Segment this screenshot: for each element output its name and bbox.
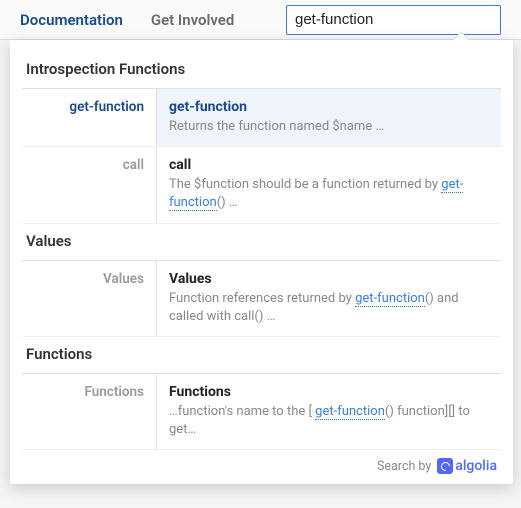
- result-body: get-function Returns the function named $…: [157, 89, 501, 146]
- result-category: get-function: [22, 89, 157, 146]
- result-body: Values Function references returned by ge…: [157, 261, 501, 336]
- search-result-row[interactable]: get-function get-function Returns the func…: [22, 89, 501, 147]
- result-category: call: [22, 147, 157, 222]
- group-heading: Introspection Functions: [22, 52, 501, 89]
- algolia-icon: [437, 458, 453, 474]
- result-category: Values: [22, 261, 157, 336]
- result-description: …function's name to the [ get-function()…: [169, 403, 489, 439]
- nav-tab-documentation[interactable]: Documentation: [20, 11, 123, 29]
- search-box[interactable]: [286, 5, 501, 35]
- dropdown-footer: Search by algolia: [22, 450, 501, 474]
- search-input[interactable]: [295, 11, 492, 28]
- group-heading: Values: [22, 224, 501, 261]
- result-title: Functions: [169, 384, 489, 400]
- result-title: get-function: [169, 99, 489, 115]
- result-body: Functions …function's name to the [ get-f…: [157, 374, 501, 449]
- search-result-row[interactable]: Functions Functions …function's name to th…: [22, 374, 501, 450]
- algolia-badge[interactable]: algolia: [437, 458, 497, 474]
- search-by-label: Search by: [377, 459, 431, 474]
- result-title: call: [169, 157, 489, 173]
- search-result-row[interactable]: call call The $function should be a functi…: [22, 147, 501, 223]
- algolia-wordmark: algolia: [455, 458, 497, 474]
- group-heading: Functions: [22, 337, 501, 374]
- result-category: Functions: [22, 374, 157, 449]
- result-body: call The $function should be a function r…: [157, 147, 501, 222]
- result-description: Function references returned by get-func…: [169, 290, 489, 326]
- result-description: Returns the function named $name …: [169, 118, 489, 136]
- result-description: The $function should be a function retur…: [169, 176, 489, 212]
- result-title: Values: [169, 271, 489, 287]
- search-dropdown: Introspection Functionsget-functionget-f…: [10, 40, 513, 484]
- nav-tab-get-involved[interactable]: Get Involved: [151, 11, 234, 29]
- top-nav: Documentation Get Involved: [0, 0, 521, 40]
- search-result-row[interactable]: Values Values Function references returned…: [22, 261, 501, 337]
